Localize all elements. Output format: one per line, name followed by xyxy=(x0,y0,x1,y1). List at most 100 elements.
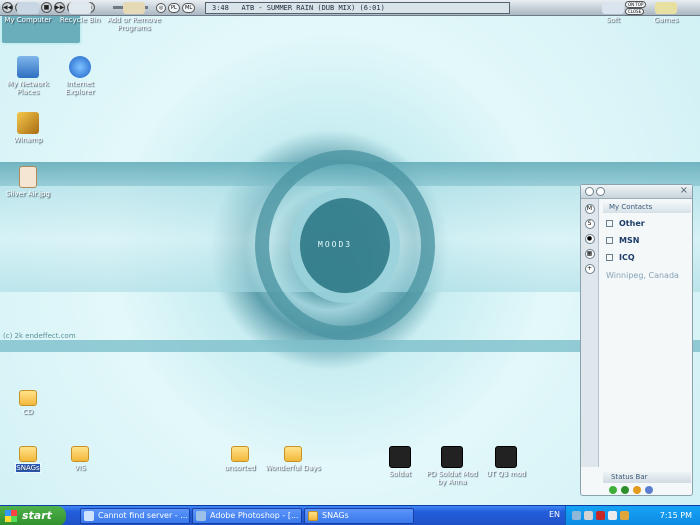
taskbar-task-browser[interactable]: Cannot find server - ... xyxy=(80,508,190,524)
desktop-icon-pd-soldat[interactable]: PD Soldat Mod by Anna xyxy=(424,446,480,486)
wallpaper-center-text: MOOD3 xyxy=(318,240,353,249)
desktop-icon-wonderful-days[interactable]: Wonderful Days xyxy=(265,446,321,472)
icon-label: Add or Remove Programs xyxy=(107,16,161,32)
tray-volume-icon[interactable] xyxy=(584,511,593,520)
folder-icon xyxy=(71,446,89,462)
settings-icon[interactable] xyxy=(645,486,653,494)
icon-label: Recycle Bin xyxy=(59,16,101,24)
desktop-icon-ie[interactable]: Internet Explorer xyxy=(52,56,108,96)
recycle-bin-icon xyxy=(69,2,91,14)
desktop-icon-silver-air[interactable]: Silver Air.jpg xyxy=(0,166,56,198)
icon-label: SNAGs xyxy=(15,463,41,473)
group-icq[interactable]: ICQ xyxy=(606,253,635,262)
icon-label: CD xyxy=(22,408,34,416)
desktop-icon-recycle-bin[interactable]: Recycle Bin xyxy=(52,2,108,24)
folder-icon xyxy=(308,511,318,521)
network-icon xyxy=(17,56,39,78)
sidebar-s-button[interactable]: S xyxy=(584,219,595,229)
icon-label: UT Q3 mod xyxy=(486,470,526,478)
start-label: start xyxy=(22,509,52,522)
icon-label: Silver Air.jpg xyxy=(6,190,50,198)
desktop-icon-unsorted[interactable]: unsorted xyxy=(212,446,268,472)
contacts-header[interactable]: My Contacts xyxy=(603,202,691,213)
windows-logo-icon xyxy=(5,510,17,522)
desktop-icon-snags[interactable]: SNAGs xyxy=(0,446,56,473)
internet-explorer-icon xyxy=(69,56,91,78)
desktop-icon-games[interactable]: Games xyxy=(638,2,694,24)
folder-icon xyxy=(19,390,37,406)
desktop-icon-cd[interactable]: CD xyxy=(0,390,56,416)
messenger-footer-icons xyxy=(609,486,653,494)
folder-icon xyxy=(19,446,37,462)
winamp-display: 3:48 ATB - SUMMER RAIN (DUB MIX) (6:01) xyxy=(205,2,510,14)
icon-label: My Network Places xyxy=(7,80,49,96)
tray-shield-icon[interactable] xyxy=(620,511,629,520)
group-label: MSN xyxy=(619,236,640,245)
icq-icon[interactable] xyxy=(633,486,641,494)
group-msn[interactable]: MSN xyxy=(606,236,639,245)
icon-label: My Computer xyxy=(4,16,52,24)
soldat-icon xyxy=(389,446,411,468)
icon-label: unsorted xyxy=(224,464,256,472)
weather-location[interactable]: Winnipeg, Canada xyxy=(606,271,679,280)
task-label: Cannot find server - ... xyxy=(98,511,188,520)
icon-label: Internet Explorer xyxy=(65,80,95,96)
desktop-icon-ut-q3[interactable]: UT Q3 mod xyxy=(478,446,534,478)
programs-icon xyxy=(123,2,145,14)
icon-label: Soft xyxy=(606,16,620,24)
sidebar-grid-button[interactable]: ▦ xyxy=(584,249,595,259)
language-indicator[interactable]: EN xyxy=(549,510,560,519)
soldat-icon xyxy=(441,446,463,468)
collapse-icon xyxy=(606,237,613,244)
icon-label: VIS xyxy=(74,464,86,472)
icon-label: Games xyxy=(653,16,679,24)
desktop-icon-network[interactable]: My Network Places xyxy=(0,56,56,96)
taskbar-task-photoshop[interactable]: Adobe Photoshop - [... xyxy=(192,508,302,524)
messenger-status-bar[interactable]: Status Bar xyxy=(603,472,691,483)
tray-en-icon[interactable] xyxy=(596,511,605,520)
soldat-icon xyxy=(495,446,517,468)
icon-label: Soldat xyxy=(388,470,412,478)
start-button[interactable]: start xyxy=(0,506,66,525)
track-title: ATB - SUMMER RAIN (DUB MIX) (6:01) xyxy=(241,4,385,12)
tray-network-icon[interactable] xyxy=(572,511,581,520)
task-label: SNAGs xyxy=(322,511,349,520)
wallpaper-credit: (c) 2k endeffect.com xyxy=(3,332,76,340)
close-icon[interactable]: × xyxy=(680,185,688,196)
collapse-icon xyxy=(606,220,613,227)
taskbar: start Cannot find server - ... Adobe Pho… xyxy=(0,505,700,525)
taskbar-task-snags[interactable]: SNAGs xyxy=(304,508,414,524)
system-tray: 7:15 PM xyxy=(565,506,700,525)
group-other[interactable]: Other xyxy=(606,219,645,228)
messenger-minimize-icon[interactable] xyxy=(596,187,605,196)
tray-app-icon[interactable] xyxy=(608,511,617,520)
winamp-ml-button[interactable]: ML xyxy=(182,3,196,13)
desktop-icon-winamp[interactable]: Winamp xyxy=(0,112,56,144)
messenger-menu-icon[interactable] xyxy=(585,187,594,196)
image-file-icon xyxy=(19,166,37,188)
sidebar-add-button[interactable]: + xyxy=(584,264,595,274)
group-label: Other xyxy=(619,219,645,228)
online-status-icon[interactable] xyxy=(609,486,617,494)
messenger-sidebar: M S ● ▦ + xyxy=(581,199,599,467)
sidebar-m-button[interactable]: M xyxy=(584,204,595,214)
desktop-icon-vis[interactable]: VIS xyxy=(52,446,108,472)
desktop-icon-soldat[interactable]: Soldat xyxy=(372,446,428,478)
collapse-icon xyxy=(606,254,613,261)
task-label: Adobe Photoshop - [... xyxy=(210,511,299,520)
group-label: ICQ xyxy=(619,253,635,262)
sidebar-dot-button[interactable]: ● xyxy=(584,234,595,244)
clock[interactable]: 7:15 PM xyxy=(660,511,692,520)
folder-icon xyxy=(231,446,249,462)
browser-icon xyxy=(84,511,94,521)
icon-label: Winamp xyxy=(13,136,43,144)
desktop-icon-soft[interactable]: Soft xyxy=(585,2,641,24)
messenger-window: × M S ● ▦ + My Contacts Other MSN ICQ Wi… xyxy=(580,184,693,496)
winamp-icon xyxy=(17,112,39,134)
games-icon xyxy=(655,2,677,14)
winamp-pl-button[interactable]: PL xyxy=(168,3,180,13)
desktop-icon-add-remove[interactable]: Add or Remove Programs xyxy=(106,2,162,32)
desktop-icon-my-computer[interactable]: My Computer xyxy=(0,2,56,24)
icon-label: PD Soldat Mod by Anna xyxy=(426,470,478,486)
msn-icon[interactable] xyxy=(621,486,629,494)
